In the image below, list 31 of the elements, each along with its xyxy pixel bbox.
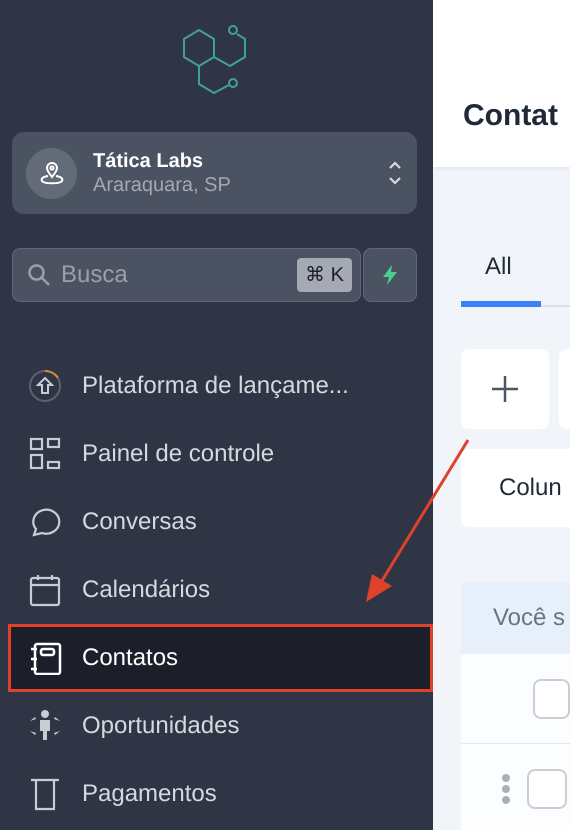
selection-banner: Você s: [461, 582, 570, 654]
search-input[interactable]: Busca: [59, 256, 209, 294]
lightning-icon: [381, 264, 399, 286]
chevron-updown-icon: [387, 160, 403, 186]
sidebar-item[interactable]: Conversas: [0, 488, 433, 556]
location-city: Araraquara, SP: [93, 173, 232, 197]
sidebar-item[interactable]: Contatos: [8, 624, 433, 692]
location-name: Tática Labs: [93, 149, 204, 173]
row-checkbox[interactable]: [533, 678, 570, 718]
location-pin-icon: [38, 160, 64, 186]
sidebar-item[interactable]: Plataforma de lançame...: [0, 352, 433, 420]
location-switcher[interactable]: Tática Labs Araraquara, SP: [12, 132, 417, 214]
plus-icon: [490, 374, 520, 404]
kebab-menu-icon[interactable]: [501, 772, 511, 804]
sidebar-item[interactable]: Pagamentos: [0, 760, 433, 828]
search-field[interactable]: Busca ⌘ K: [12, 248, 361, 302]
columns-button[interactable]: Colun: [461, 449, 570, 527]
notebook-icon: [28, 641, 62, 675]
calendar-icon: [28, 573, 62, 607]
person-arrows-icon: [28, 709, 62, 743]
add-button[interactable]: [461, 349, 549, 429]
search-icon: [27, 263, 51, 287]
sidebar-item[interactable]: Painel de controle: [0, 420, 433, 488]
page-title: Contat: [463, 98, 558, 134]
tab[interactable]: All: [461, 233, 541, 307]
grid-icon: [28, 437, 62, 471]
shortcut-key: ⌘ K: [297, 258, 352, 292]
quick-action-button[interactable]: [363, 248, 417, 302]
row-checkbox[interactable]: [527, 768, 567, 808]
sidebar-item[interactable]: Calendários: [0, 556, 433, 624]
sidebar-item[interactable]: Oportunidades: [0, 692, 433, 760]
